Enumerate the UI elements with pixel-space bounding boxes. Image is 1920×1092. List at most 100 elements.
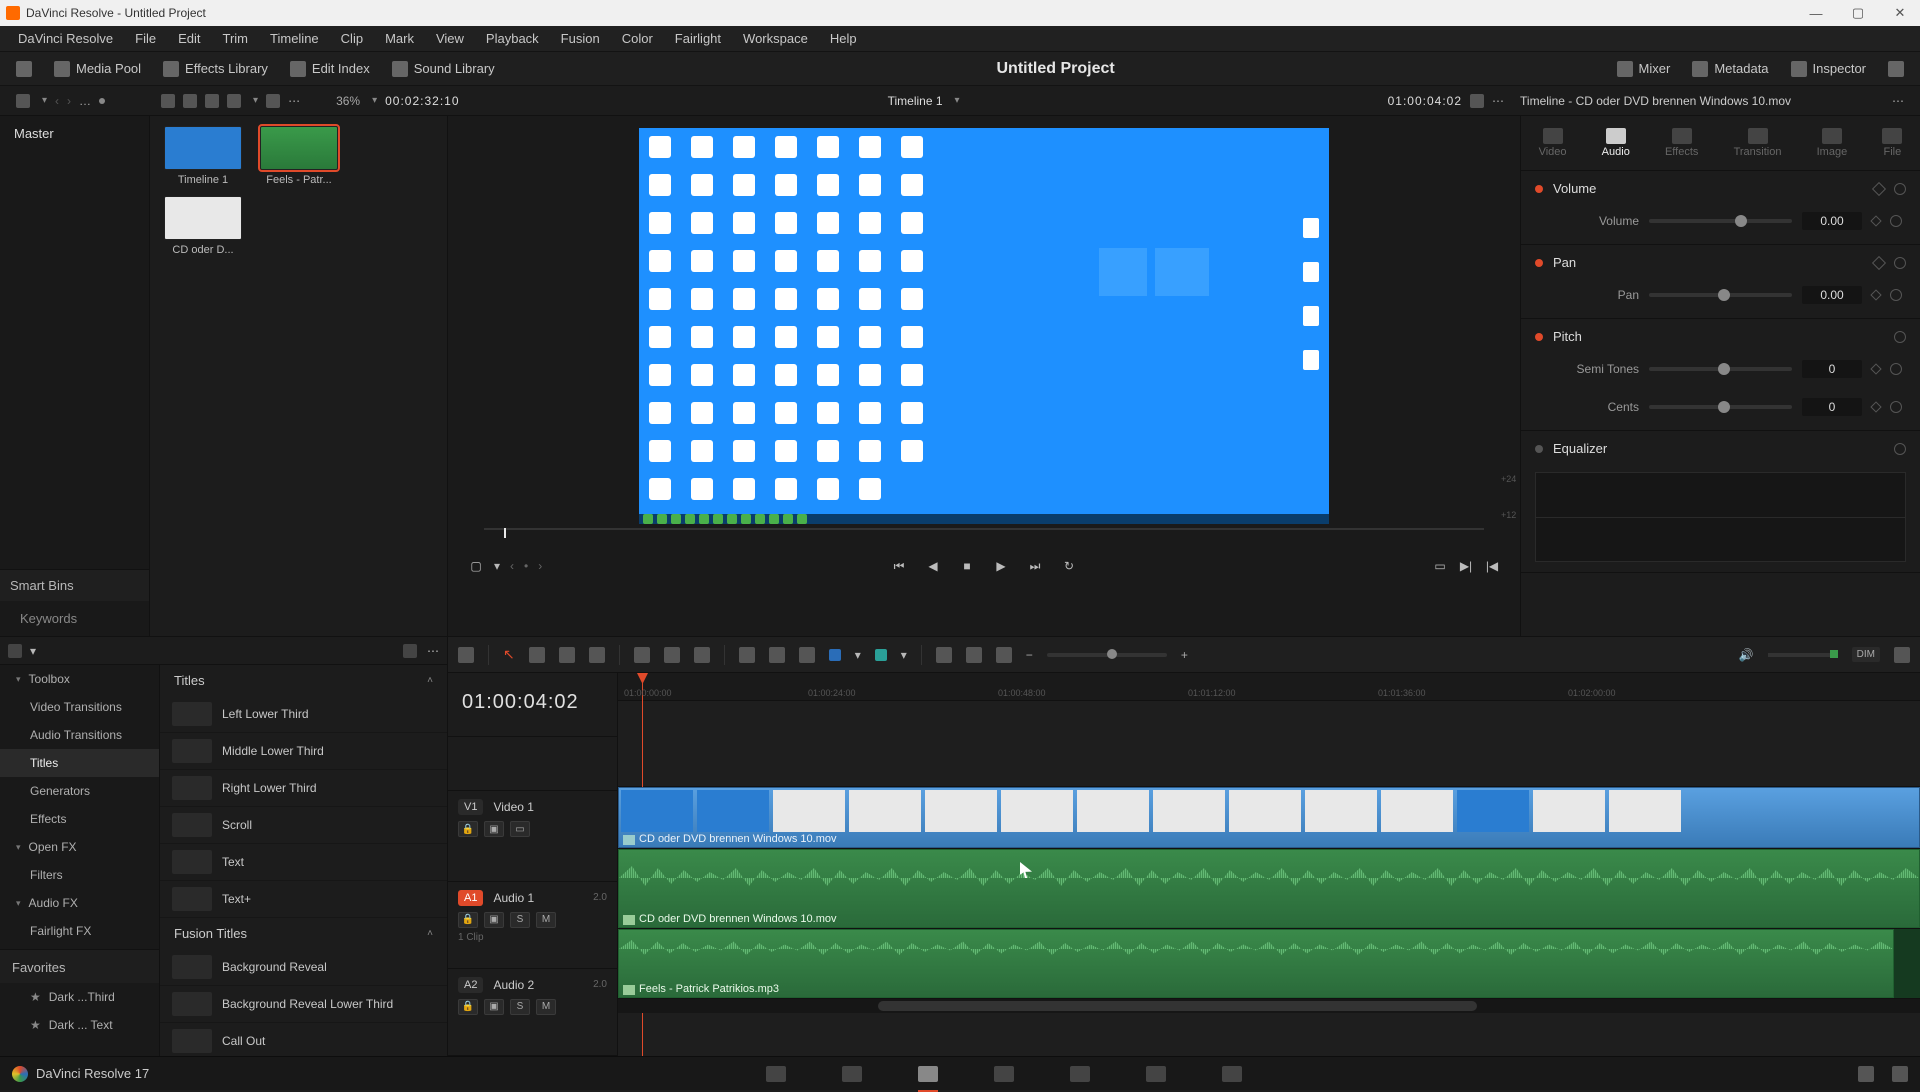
audio2-track-lane[interactable]: Feels - Patrick Patrikios.mp3 [618,929,1920,999]
chevron-down-icon[interactable]: ▾ [855,648,861,662]
index-icon[interactable] [936,647,952,663]
menu-playback[interactable]: Playback [476,27,549,50]
ellipsis-icon[interactable]: … [79,94,91,108]
timeline-tracks[interactable]: 01:00:00:00 01:00:24:00 01:00:48:00 01:0… [618,673,1920,1056]
reset-icon[interactable] [1894,443,1906,455]
slider-knob-icon[interactable] [1718,363,1730,375]
speaker-icon[interactable]: 🔊 [1739,648,1754,662]
reset-icon[interactable] [1894,183,1906,195]
pan-slider[interactable] [1649,293,1792,297]
smart-bins-header[interactable]: Smart Bins [0,569,149,601]
dim-button[interactable]: DIM [1852,647,1880,662]
menu-timeline[interactable]: Timeline [260,27,329,50]
stop-button[interactable]: ■ [959,558,975,574]
zoom-in-button[interactable]: + [1181,648,1188,662]
nav-next-icon[interactable]: › [67,94,71,108]
blade-tool-icon[interactable] [589,647,605,663]
clip-thumb-video[interactable]: CD oder D... [160,196,246,256]
mute-button[interactable]: M [536,999,556,1015]
title-item[interactable]: Text [160,844,447,881]
trim-tool-icon[interactable] [529,647,545,663]
page-cut-icon[interactable] [842,1066,862,1082]
zoom-slider[interactable] [1047,653,1167,657]
title-item[interactable]: Scroll [160,807,447,844]
volume-slider[interactable] [1649,219,1792,223]
semitones-slider[interactable] [1649,367,1792,371]
selection-tool-icon[interactable]: ↖ [503,646,515,663]
expand-button[interactable] [1882,57,1910,81]
keyframe-icon[interactable] [1870,215,1881,226]
inspector-tab-transition[interactable]: Transition [1726,124,1790,162]
match-dot-icon[interactable]: • [524,559,528,573]
audio-clip[interactable]: Feels - Patrick Patrikios.mp3 [618,929,1894,998]
favorite-item[interactable]: ★Dark ...Third [0,983,159,1011]
fusion-titles-group-header[interactable]: Fusion Titles˄ [160,918,447,949]
volume-value[interactable]: 0.00 [1802,212,1862,230]
sort-icon[interactable] [266,94,280,108]
match-next-icon[interactable]: › [538,559,542,573]
menu-fusion[interactable]: Fusion [551,27,610,50]
maximize-button[interactable]: ▢ [1844,3,1872,23]
chevron-down-icon[interactable]: ▾ [30,644,36,658]
title-item[interactable]: Call Out [160,1023,447,1056]
nav-prev-icon[interactable]: ‹ [55,94,59,108]
panel-layout-icon[interactable] [8,644,22,658]
reset-icon[interactable] [1894,257,1906,269]
ellipsis-icon[interactable]: ⋯ [427,644,439,658]
link-icon[interactable] [769,647,785,663]
title-item[interactable]: Background Reveal Lower Third [160,986,447,1023]
first-frame-button[interactable]: ⏮ [891,558,907,574]
auto-select-icon[interactable]: ▣ [484,821,504,837]
page-media-icon[interactable] [766,1066,786,1082]
play-button[interactable]: ▶ [993,558,1009,574]
marker-teal-icon[interactable] [875,649,887,661]
track-badge[interactable]: V1 [458,799,483,815]
equalizer-graph[interactable] [1535,472,1906,562]
keyframe-icon[interactable] [1870,401,1881,412]
menu-mark[interactable]: Mark [375,27,424,50]
timeline-name[interactable]: Timeline 1 [888,94,943,108]
inspector-tab-effects[interactable]: Effects [1657,124,1706,162]
auto-select-icon[interactable]: ▣ [484,912,504,928]
page-fairlight-icon[interactable] [1146,1066,1166,1082]
ellipsis-icon[interactable]: ⋯ [1492,94,1504,108]
inspector-tab-video[interactable]: Video [1531,124,1575,162]
search-icon[interactable] [403,644,417,658]
lock-track-icon[interactable]: 🔒 [458,912,478,928]
page-edit-icon[interactable] [918,1066,938,1082]
reset-icon[interactable] [1894,331,1906,343]
timeline-scrollbar[interactable] [618,999,1920,1013]
audio1-track-lane[interactable]: CD oder DVD brennen Windows 10.mov [618,849,1920,929]
mixer-toggle[interactable]: Mixer [1611,57,1677,81]
menu-davinci[interactable]: DaVinci Resolve [8,27,123,50]
slider-knob-icon[interactable] [1107,649,1117,659]
title-item[interactable]: Middle Lower Third [160,733,447,770]
inspector-tab-audio[interactable]: Audio [1594,124,1638,162]
lock-track-icon[interactable]: 🔒 [458,821,478,837]
cat-openfx[interactable]: ▾Open FX [0,833,159,861]
chevron-down-icon[interactable]: ▾ [901,648,907,662]
cat-audiofx[interactable]: ▾Audio FX [0,889,159,917]
prev-frame-button[interactable]: ◀ [925,558,941,574]
master-bin[interactable]: Master [0,116,149,151]
clip-thumb-timeline[interactable]: Timeline 1 [160,126,246,186]
keyframe-icon[interactable] [1870,289,1881,300]
menu-trim[interactable]: Trim [213,27,259,50]
chevron-down-icon[interactable]: ▾ [494,559,500,573]
slider-knob-icon[interactable] [1718,289,1730,301]
list-view-icon[interactable] [205,94,219,108]
keywords-bin[interactable]: Keywords [0,601,149,636]
audio1-track-header[interactable]: A1Audio 12.0 🔒▣SM 1 Clip [448,882,617,969]
solo-button[interactable]: S [510,999,530,1015]
match-prev-icon[interactable]: ‹ [510,559,514,573]
chevron-down-icon[interactable]: ▾ [372,95,377,106]
viewer-canvas[interactable] [639,128,1329,520]
find-icon[interactable] [966,647,982,663]
video1-track-lane[interactable]: CD oder DVD brennen Windows 10.mov [618,787,1920,849]
playhead-icon[interactable] [504,528,506,538]
chevron-down-icon[interactable]: ▾ [42,95,47,106]
effects-library-toggle[interactable]: Effects Library [157,57,274,81]
reset-icon[interactable] [1890,289,1902,301]
cat-generators[interactable]: Generators [0,777,159,805]
keyframe-icon[interactable] [1872,181,1886,195]
